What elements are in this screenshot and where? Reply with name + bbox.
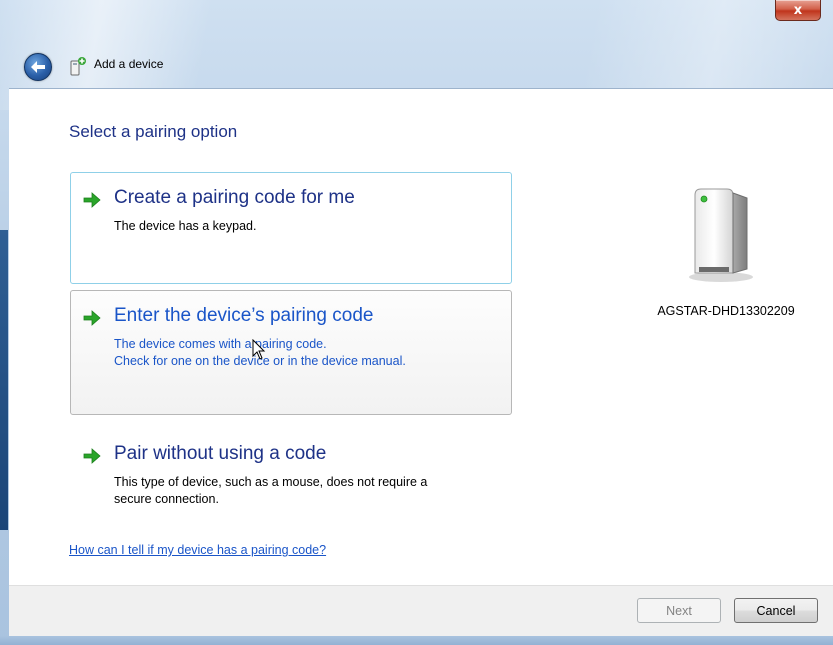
option-pair-without-code[interactable]: Pair without using a code This type of d… xyxy=(70,428,512,508)
green-arrow-icon xyxy=(83,192,101,208)
add-device-icon xyxy=(70,57,86,76)
option-description: This type of device, such as a mouse, do… xyxy=(114,474,504,508)
window-frame-bottom xyxy=(0,636,833,645)
cancel-button[interactable]: Cancel xyxy=(734,598,818,623)
device-name: AGSTAR-DHD13302209 xyxy=(657,304,795,318)
option-description: The device has a keypad. xyxy=(114,218,504,235)
back-button[interactable] xyxy=(24,53,52,81)
close-button[interactable]: x xyxy=(775,0,821,21)
option-description-line: This type of device, such as a mouse, do… xyxy=(114,475,428,489)
back-arrow-icon xyxy=(31,61,45,73)
green-arrow-icon xyxy=(83,310,101,326)
page-heading: Select a pairing option xyxy=(69,122,238,141)
next-button[interactable]: Next xyxy=(637,598,721,623)
option-title: Pair without using a code xyxy=(114,443,327,464)
option-title: Enter the device’s pairing code xyxy=(114,305,374,326)
option-description-line: The device has a keypad. xyxy=(114,219,257,233)
window-frame-accent xyxy=(0,230,8,530)
option-description-line: The device comes with a pairing code. xyxy=(114,337,327,351)
option-description-line: Check for one on the device or in the de… xyxy=(114,354,406,368)
close-icon: x xyxy=(793,2,803,18)
green-arrow-icon xyxy=(83,448,101,464)
content-panel: Select a pairing option Create a pairing… xyxy=(9,88,833,586)
help-link-pairing-code[interactable]: How can I tell if my device has a pairin… xyxy=(69,543,326,557)
option-create-pairing-code[interactable]: Create a pairing code for me The device … xyxy=(70,172,512,284)
mouse-cursor-icon xyxy=(252,339,266,360)
option-description: The device comes with a pairing code. Ch… xyxy=(114,336,504,370)
option-description-line: secure connection. xyxy=(114,492,219,506)
option-enter-pairing-code[interactable]: Enter the device’s pairing code The devi… xyxy=(70,290,512,415)
option-title: Create a pairing code for me xyxy=(114,187,355,208)
footer-bar: Next Cancel xyxy=(9,585,833,637)
window-title: Add a device xyxy=(94,57,164,71)
storage-tower-icon xyxy=(689,188,753,282)
